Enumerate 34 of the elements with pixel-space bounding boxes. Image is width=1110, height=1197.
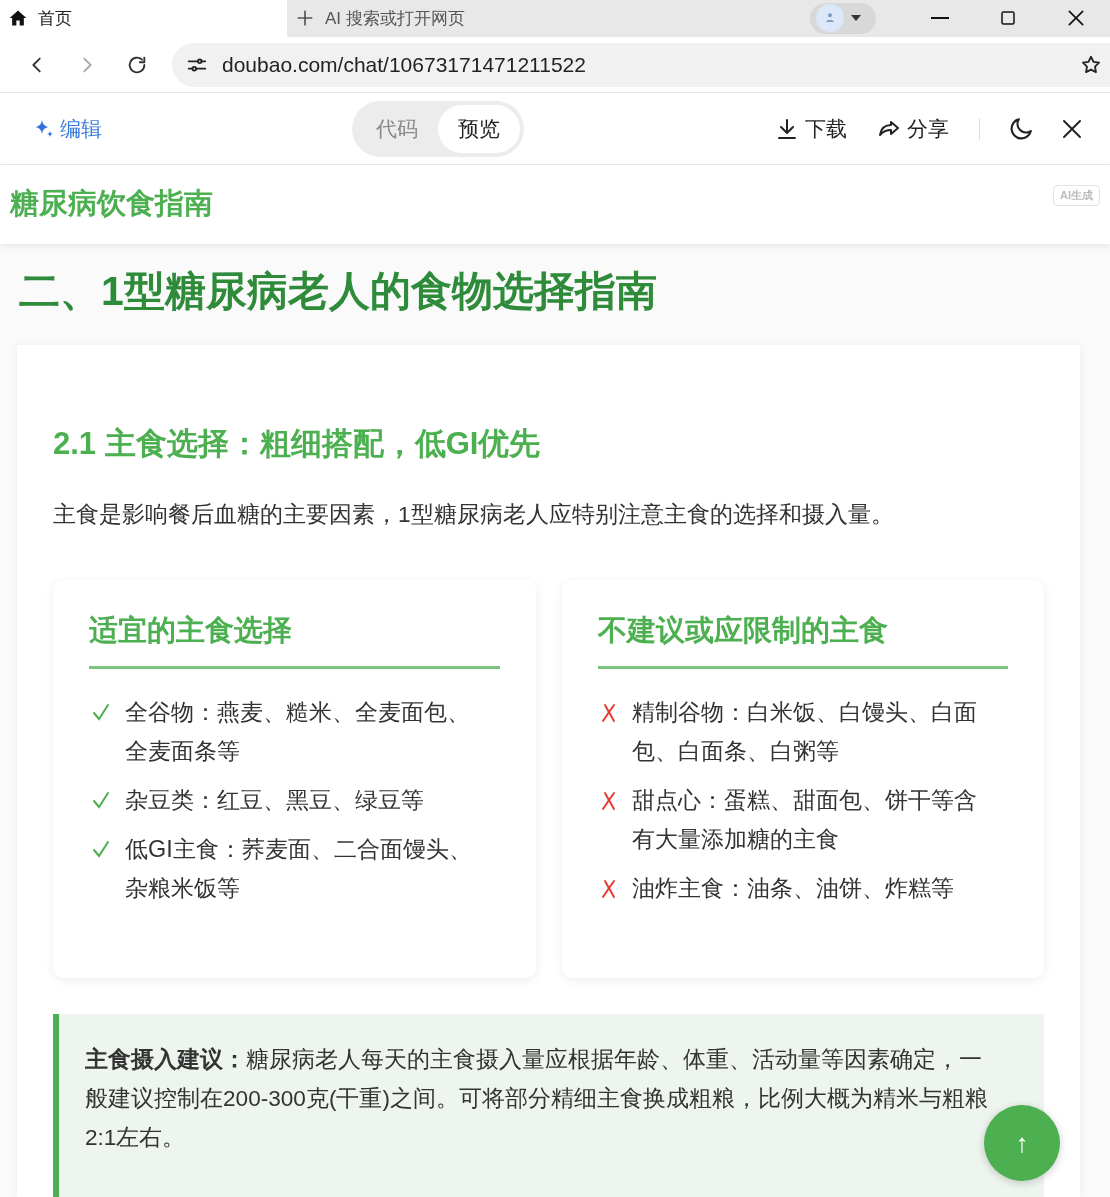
- home-icon: [8, 8, 28, 29]
- address-bar[interactable]: doubao.com/chat/10673171471211522: [172, 42, 1110, 87]
- check-icon: [92, 840, 110, 858]
- list-item-text: 油炸主食：油条、油饼、炸糕等: [631, 874, 955, 903]
- ai-generated-label: AI生成: [1053, 185, 1100, 206]
- check-icon: [92, 791, 110, 809]
- cross-icon: [600, 703, 617, 723]
- check-icon: [92, 703, 110, 721]
- browser-tab[interactable]: AI 搜索或打开网页: [287, 0, 473, 37]
- share-button[interactable]: 分享: [869, 108, 957, 149]
- browser-tab[interactable]: 首页: [0, 0, 287, 37]
- minimize-icon: [931, 17, 949, 20]
- list-item-text: 甜点心：蛋糕、甜面包、饼干等含有大量添加糖的主食: [631, 786, 978, 854]
- download-button[interactable]: 下载: [767, 108, 855, 149]
- list-item-text: 全谷物：燕麦、糙米、全麦面包、全麦面条等: [125, 698, 471, 766]
- cross-icon: [600, 791, 617, 811]
- star-icon: [1080, 53, 1102, 76]
- download-icon: [775, 116, 799, 141]
- intro-text: 主食是影响餐后血糖的主要因素，1型糖尿病老人应特别注意主食的选择和摄入量。: [53, 501, 895, 529]
- list-title: 不建议或应限制的主食: [597, 612, 1008, 669]
- list-title: 适宜的主食选择: [89, 612, 500, 669]
- list-item-text: 精制谷物：白米饭、白馒头、白面包、白面条、白粥等: [631, 698, 978, 766]
- document-title: 糖尿病饮食指南: [10, 186, 213, 222]
- maximize-icon: [999, 9, 1017, 28]
- caret-icon: [850, 14, 862, 23]
- cross-icon: [600, 879, 617, 899]
- edit-button[interactable]: 编辑: [26, 113, 108, 144]
- subsection-heading: 2.1 主食选择：粗细搭配，低GI优先: [53, 425, 542, 463]
- view-tab[interactable]: 预览: [437, 104, 520, 153]
- moon-icon: [1008, 115, 1034, 142]
- close-icon: [1066, 8, 1086, 29]
- list-item-text: 低GI主食：荞麦面、二合面馒头、杂粮米饭等: [125, 835, 473, 903]
- list-item-text: 杂豆类：红豆、黑豆、绿豆等: [125, 786, 425, 815]
- section-heading: 二、1型糖尿病老人的食物选择指南: [19, 267, 658, 316]
